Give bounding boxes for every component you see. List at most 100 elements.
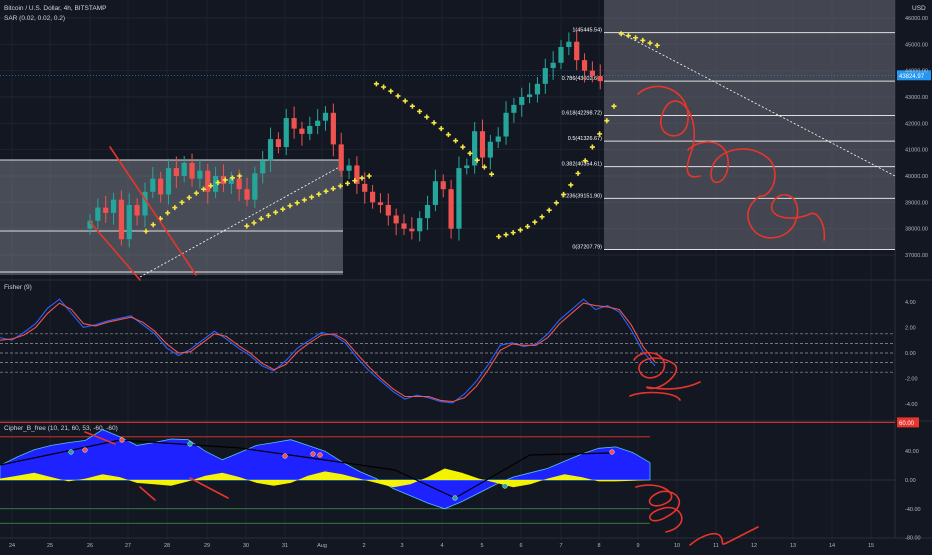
time-axis-label: 5	[480, 543, 483, 549]
candle-body	[566, 41, 572, 47]
candle-body	[542, 68, 548, 84]
fisher-axis-label: 0.00	[905, 351, 916, 357]
candle-body	[597, 75, 603, 82]
time-axis-label: 30	[243, 543, 249, 549]
cipher-dot	[452, 495, 458, 501]
time-axis-label: 9	[636, 543, 639, 549]
candle-body	[299, 128, 305, 134]
candle-body	[330, 112, 336, 145]
cipher-dot	[68, 449, 74, 455]
candle-body	[110, 199, 117, 213]
time-axis-label: 4	[440, 543, 443, 549]
cipher-label: Cipher_B_free (10, 21, 60, 53, -60, -60)	[4, 425, 118, 432]
time-axis-label: 2	[362, 543, 365, 549]
cipher-axis-label: 40.00	[905, 449, 919, 455]
fib-level-label: 0.5(41326.67)	[568, 136, 602, 142]
candle-body	[267, 139, 274, 161]
candle-body	[322, 112, 329, 121]
candle-body	[95, 207, 101, 221]
fisher-axis-label: -4.00	[905, 402, 918, 408]
candle-body	[134, 204, 140, 216]
candle-body	[385, 204, 391, 216]
cipher-dot	[282, 453, 288, 459]
time-axis-label: 27	[125, 543, 131, 549]
candle-body	[252, 173, 258, 200]
price-axis-label: 44000.00	[905, 69, 928, 75]
price-axis-label: 37000.00	[905, 253, 928, 259]
candle-body	[456, 168, 462, 229]
time-axis-label: Aug	[317, 543, 327, 549]
current-price-label: 43824.97	[899, 74, 925, 80]
chart-canvas[interactable]: 1(45445.54)0.786(43602.66)0.618(42298.72…	[0, 0, 932, 550]
time-axis-label: 28	[164, 543, 170, 549]
fib-retracement[interactable]: 1(45445.54)0.786(43602.66)0.618(42298.72…	[562, 0, 896, 251]
candle-body	[432, 181, 438, 205]
candle-body	[511, 104, 517, 113]
fib-level-label: 0(37207.79)	[572, 245, 602, 251]
range-box	[0, 160, 343, 275]
candle-body	[346, 165, 352, 171]
fib-level-label: 0.236(39151.90)	[562, 193, 603, 199]
candle-body	[338, 144, 344, 171]
time-axis-label: 31	[282, 543, 288, 549]
candle-body	[401, 223, 407, 229]
fib-level-label: 0.786(43602.66)	[562, 76, 603, 82]
time-axis-label: 7	[559, 543, 562, 549]
time-axis-label: 12	[751, 543, 757, 549]
trading-chart: 1(45445.54) 0.786(43602.66) 0.618(42298.72…	[0, 0, 932, 550]
fisher-axis-label: 4.00	[905, 300, 916, 306]
candle-body	[409, 228, 415, 232]
fisher-axis-label: 2.00	[905, 325, 916, 331]
time-axis-label: 13	[790, 543, 796, 549]
cipher-axis-label: -80.00	[905, 536, 921, 542]
candle-body	[377, 202, 384, 205]
time-axis-label: 26	[87, 543, 93, 549]
time-axis-label: 24	[9, 543, 15, 549]
candle-body	[181, 162, 187, 176]
candle-body	[370, 191, 376, 203]
time-axis-label: 10	[674, 543, 680, 549]
candle-body	[291, 118, 297, 129]
chart-title: Bitcoin / U.S. Dollar, 4h, BITSTAMP	[4, 5, 106, 12]
time-axis-label: 11	[713, 543, 719, 549]
candle-body	[165, 168, 172, 195]
candle-body	[487, 141, 493, 158]
range-boxes[interactable]	[0, 159, 344, 278]
time-axis-label: 6	[519, 543, 522, 549]
candle-body	[495, 136, 501, 142]
candle-body	[519, 97, 525, 105]
candle-body	[158, 178, 164, 195]
time-axis-label: 14	[829, 543, 835, 549]
cipher-axis-label: 0.00	[905, 478, 916, 484]
fib-zone	[604, 0, 895, 250]
fisher-axis-label: -2.00	[905, 377, 918, 383]
candle-body	[558, 46, 564, 63]
cipher-dot	[310, 451, 316, 457]
candle-body	[236, 178, 242, 190]
price-axis-label: 42000.00	[905, 121, 928, 127]
candle-body	[126, 204, 132, 240]
candle-body	[527, 94, 533, 97]
candle-body	[307, 125, 313, 134]
candle-body	[534, 83, 541, 95]
price-axis-label: 38000.00	[905, 227, 928, 233]
candle-body	[362, 183, 368, 192]
candle-body	[393, 215, 399, 224]
cipher-dot	[502, 483, 508, 489]
price-axis-label: 39000.00	[905, 200, 928, 206]
price-axis-label: 43000.00	[905, 95, 928, 101]
candle-body	[103, 207, 109, 213]
candle-body	[150, 178, 156, 192]
fib-level-label: 0.618(42298.72)	[562, 110, 603, 116]
candle-body	[503, 112, 509, 137]
currency-label: USD	[912, 5, 926, 12]
candle-body	[275, 139, 281, 148]
sar-label: SAR (0.02, 0.02, 0.2)	[4, 15, 65, 22]
price-axis-label: 46000.00	[905, 16, 928, 22]
candle-body	[118, 199, 124, 240]
price-axis-label: 40000.00	[905, 174, 928, 180]
candle-body	[417, 218, 423, 232]
candle-body	[283, 118, 289, 148]
candle-body	[479, 131, 486, 158]
candle-body	[574, 41, 580, 61]
